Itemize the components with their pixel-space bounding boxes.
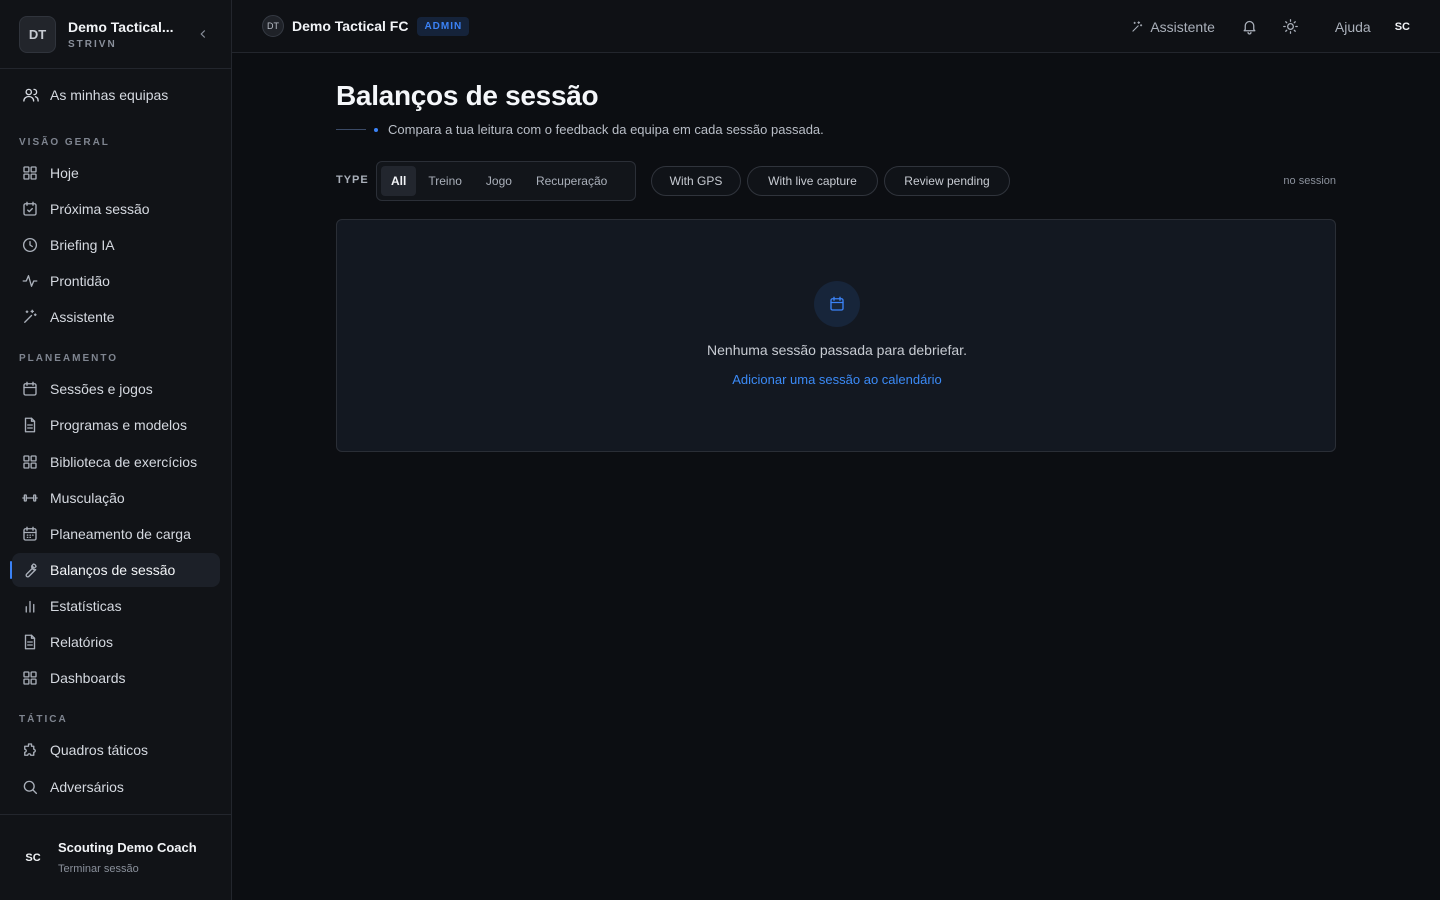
team-name[interactable]: Demo Tactical FC [292, 18, 408, 34]
type-option-game[interactable]: Jogo [474, 166, 524, 196]
sidebar-item-exercise-library[interactable]: Biblioteca de exercícios [12, 445, 220, 479]
assistant-button[interactable]: Assistente [1130, 19, 1215, 35]
puzzle-icon [21, 741, 39, 759]
empty-state-card: Nenhuma sessão passada para debriefar. A… [336, 219, 1336, 452]
sidebar-item-session-debriefs[interactable]: Balanços de sessão [10, 553, 220, 587]
dumbbell-icon [21, 489, 39, 507]
calendar-icon [814, 281, 860, 327]
user-name: Scouting Demo Coach [58, 840, 197, 855]
sidebar-item-label: Quadros táticos [50, 742, 149, 758]
bell-icon[interactable] [1241, 18, 1258, 35]
type-filter-label: TYPE [336, 174, 369, 186]
pulse-icon [21, 272, 39, 290]
sidebar-item-label: Balanços de sessão [50, 562, 176, 578]
sidebar-item-today[interactable]: Hoje [12, 156, 220, 190]
type-segmented-control: All Treino Jogo Recuperação [376, 161, 636, 201]
sidebar-item-label: Planeamento de carga [50, 526, 191, 542]
sidebar-item-label: Hoje [50, 165, 79, 181]
brand-name[interactable]: Demo Tactical... [68, 19, 182, 35]
calendar-grid-icon [21, 525, 39, 543]
session-status: no session [1283, 175, 1336, 187]
top-header: DT Demo Tactical FC ADMIN Assistente Aju… [232, 0, 1440, 53]
sidebar-item-reports[interactable]: Relatórios [12, 625, 220, 659]
sun-icon[interactable] [1282, 18, 1299, 35]
sidebar-item-label: Dashboards [50, 670, 126, 686]
sidebar-item-load-planning[interactable]: Planeamento de carga [12, 517, 220, 551]
grid-icon [21, 453, 39, 471]
sidebar-item-label: Sessões e jogos [50, 381, 153, 397]
page-title: Balanços de sessão [336, 80, 599, 111]
header-user-avatar[interactable]: SC [1395, 21, 1410, 33]
brand-logo[interactable]: DT [19, 15, 56, 53]
document-icon [21, 633, 39, 651]
page-subtitle: Compara a tua leitura com o feedback da … [388, 122, 824, 137]
users-icon [22, 86, 40, 104]
brand-header: DT Demo Tactical... STRIVN [0, 0, 231, 69]
sidebar-item-label: Biblioteca de exercícios [50, 454, 198, 470]
sidebar-item-label: Musculação [50, 490, 125, 506]
sidebar-item-programs[interactable]: Programas e modelos [12, 408, 220, 442]
sidebar-item-label: Relatórios [50, 634, 114, 650]
calendar-check-icon [21, 200, 39, 218]
collapse-sidebar-button[interactable] [194, 25, 212, 43]
team-avatar[interactable]: DT [262, 15, 284, 37]
section-overview: VISÃO GERAL [19, 137, 110, 148]
user-avatar[interactable]: SC [20, 845, 46, 871]
chevron-left-icon [200, 30, 206, 38]
sidebar-item-strength[interactable]: Musculação [12, 481, 220, 515]
filter-review-pending[interactable]: Review pending [884, 166, 1010, 196]
calendar-icon [21, 380, 39, 398]
add-session-link[interactable]: Adicionar uma sessão ao calendário [337, 372, 1337, 387]
sidebar-item-label: Programas e modelos [50, 417, 187, 433]
sidebar: DT Demo Tactical... STRIVN As minhas equ… [0, 0, 232, 900]
type-option-all[interactable]: All [381, 166, 417, 196]
filter-with-live-capture[interactable]: With live capture [747, 166, 878, 196]
sidebar-item-opponents[interactable]: Adversários [12, 770, 220, 804]
subtitle-row: Compara a tua leitura com o feedback da … [336, 122, 824, 137]
sidebar-item-label: Prontidão [50, 273, 110, 289]
logout-link[interactable]: Terminar sessão [58, 863, 197, 875]
sidebar-item-next-session[interactable]: Próxima sessão [12, 192, 220, 226]
empty-state-message: Nenhuma sessão passada para debriefar. [707, 342, 967, 358]
brand-text: Demo Tactical... STRIVN [68, 19, 182, 50]
my-teams-link[interactable]: As minhas equipas [22, 86, 168, 104]
sidebar-item-statistics[interactable]: Estatísticas [12, 589, 220, 623]
type-option-recovery[interactable]: Recuperação [524, 166, 619, 196]
section-planning: PLANEAMENTO [19, 353, 119, 364]
section-tactics: TÁTICA [19, 714, 68, 725]
user-info: Scouting Demo Coach Terminar sessão [58, 840, 197, 875]
sidebar-item-label: Próxima sessão [50, 201, 150, 217]
sidebar-item-assistant[interactable]: Assistente [12, 300, 220, 334]
sidebar-item-dashboards[interactable]: Dashboards [12, 661, 220, 695]
filter-bar: TYPE All Treino Jogo Recuperação With GP… [336, 161, 1336, 201]
wrench-icon [21, 561, 39, 579]
sidebar-item-readiness[interactable]: Prontidão [12, 264, 220, 298]
sidebar-item-label: Adversários [50, 779, 124, 795]
sidebar-item-label: Assistente [50, 309, 115, 325]
bar-chart-icon [21, 597, 39, 615]
magic-wand-icon [1130, 20, 1144, 34]
document-icon [21, 416, 39, 434]
clock-icon [21, 236, 39, 254]
sidebar-item-ai-briefing[interactable]: Briefing IA [12, 228, 220, 262]
magic-wand-icon [21, 308, 39, 326]
subtitle-divider [336, 129, 366, 130]
subtitle-dot [374, 127, 378, 132]
assistant-label: Assistente [1150, 18, 1215, 35]
sidebar-item-label: Estatísticas [50, 598, 122, 614]
sidebar-item-sessions-games[interactable]: Sessões e jogos [12, 372, 220, 406]
user-footer: SC Scouting Demo Coach Terminar sessão [0, 814, 231, 900]
filter-with-gps[interactable]: With GPS [651, 166, 741, 196]
search-icon [21, 778, 39, 796]
grid-icon [21, 669, 39, 687]
type-option-training[interactable]: Treino [416, 166, 474, 196]
header-actions: Assistente Ajuda SC [1130, 0, 1410, 53]
role-badge: ADMIN [417, 16, 470, 36]
help-link[interactable]: Ajuda [1335, 19, 1371, 35]
sidebar-item-label: Briefing IA [50, 237, 115, 253]
sidebar-item-tactic-boards[interactable]: Quadros táticos [12, 733, 220, 767]
brand-subtitle: STRIVN [68, 38, 117, 50]
my-teams-label: As minhas equipas [50, 87, 169, 103]
grid-icon [21, 164, 39, 182]
